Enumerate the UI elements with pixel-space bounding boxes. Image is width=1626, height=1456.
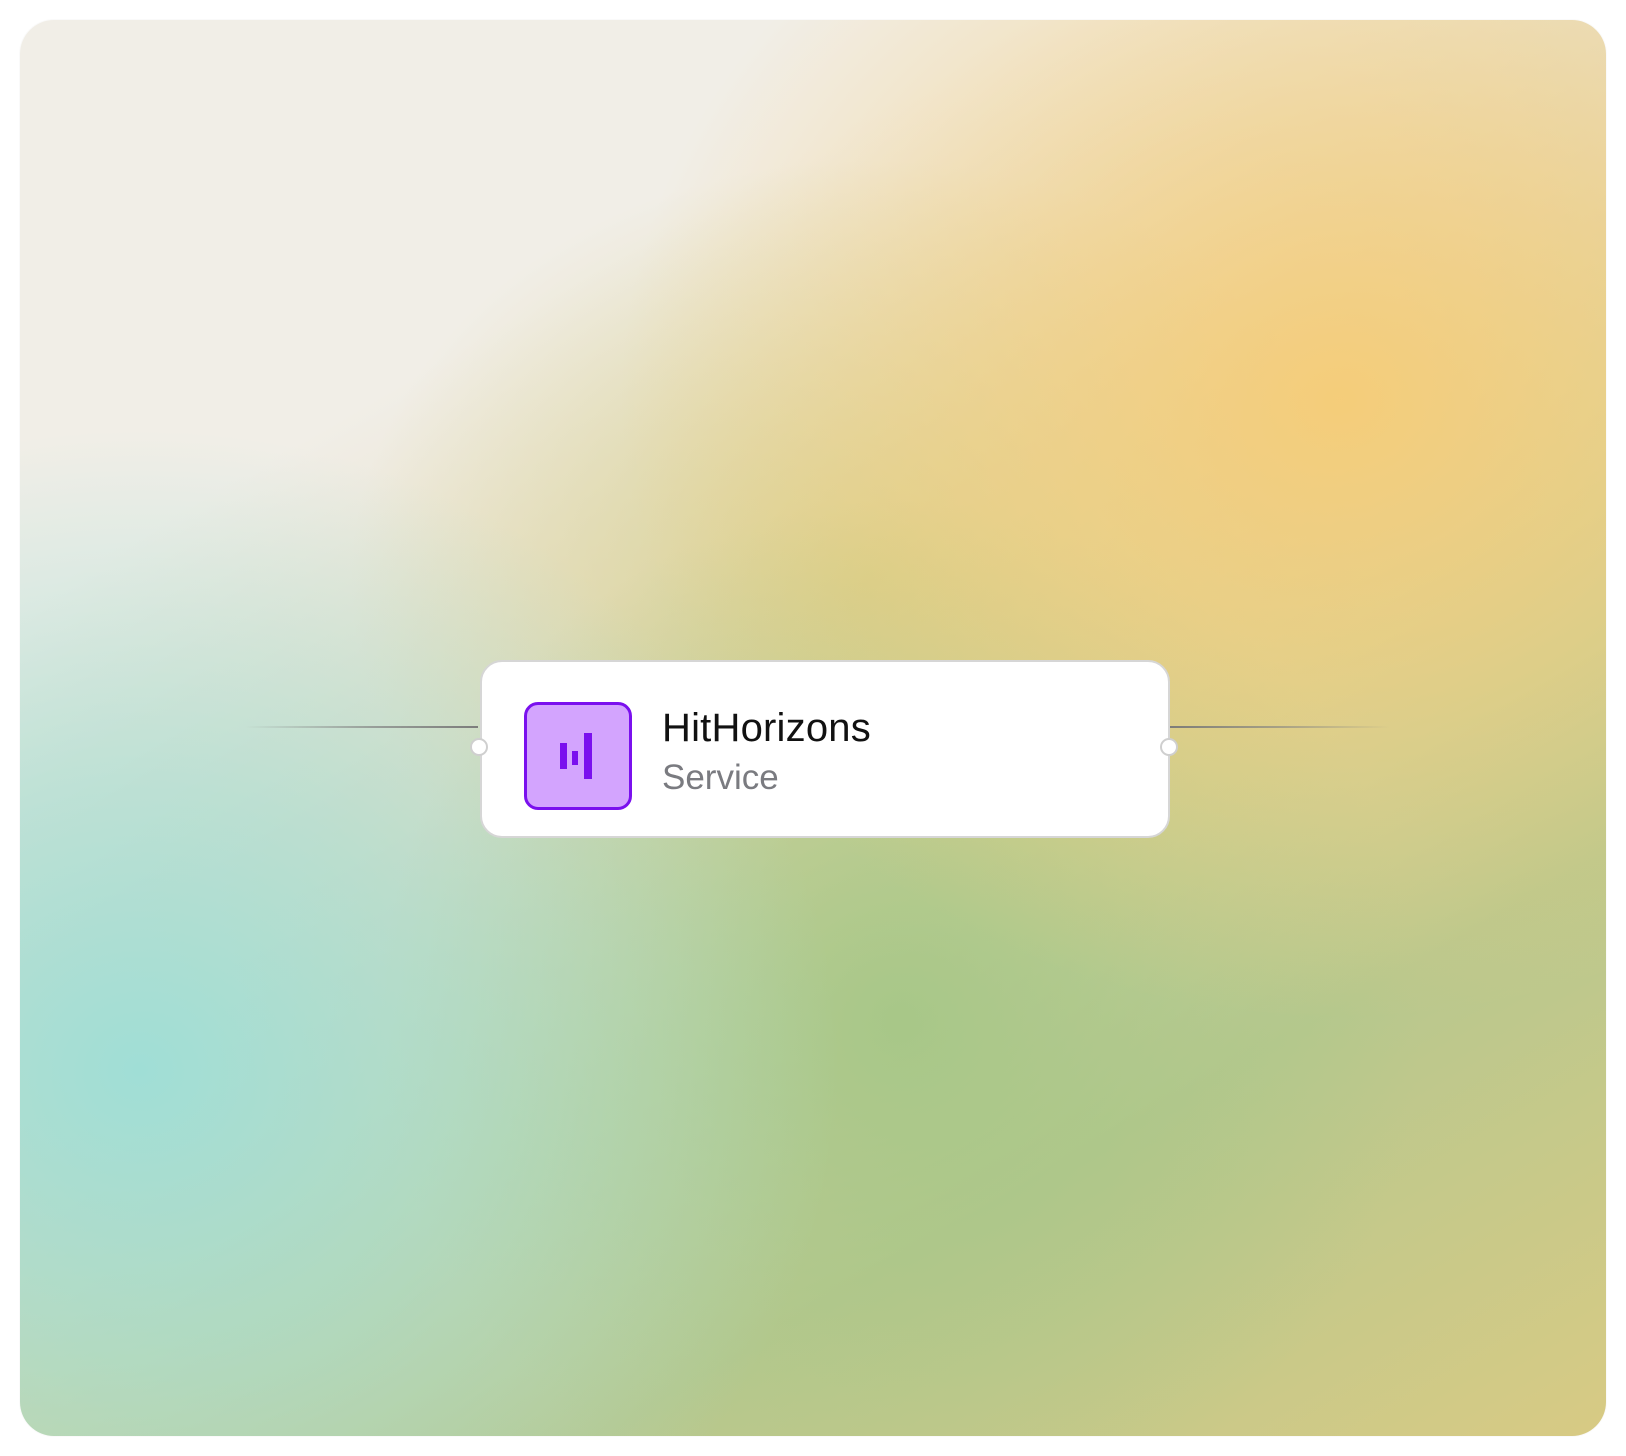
output-port-handle[interactable] bbox=[1160, 738, 1178, 756]
node-title: HitHorizons bbox=[662, 706, 871, 750]
canvas-background: HitHorizons Service bbox=[20, 20, 1606, 1436]
node-subtitle: Service bbox=[662, 758, 779, 797]
edge-right bbox=[1170, 726, 1390, 728]
edge-left bbox=[245, 726, 478, 728]
hithorizons-glyph-icon bbox=[560, 733, 592, 779]
service-node-card[interactable]: HitHorizons Service bbox=[480, 660, 1170, 838]
hithorizons-logo-icon bbox=[524, 702, 632, 810]
input-port-handle[interactable] bbox=[470, 738, 488, 756]
